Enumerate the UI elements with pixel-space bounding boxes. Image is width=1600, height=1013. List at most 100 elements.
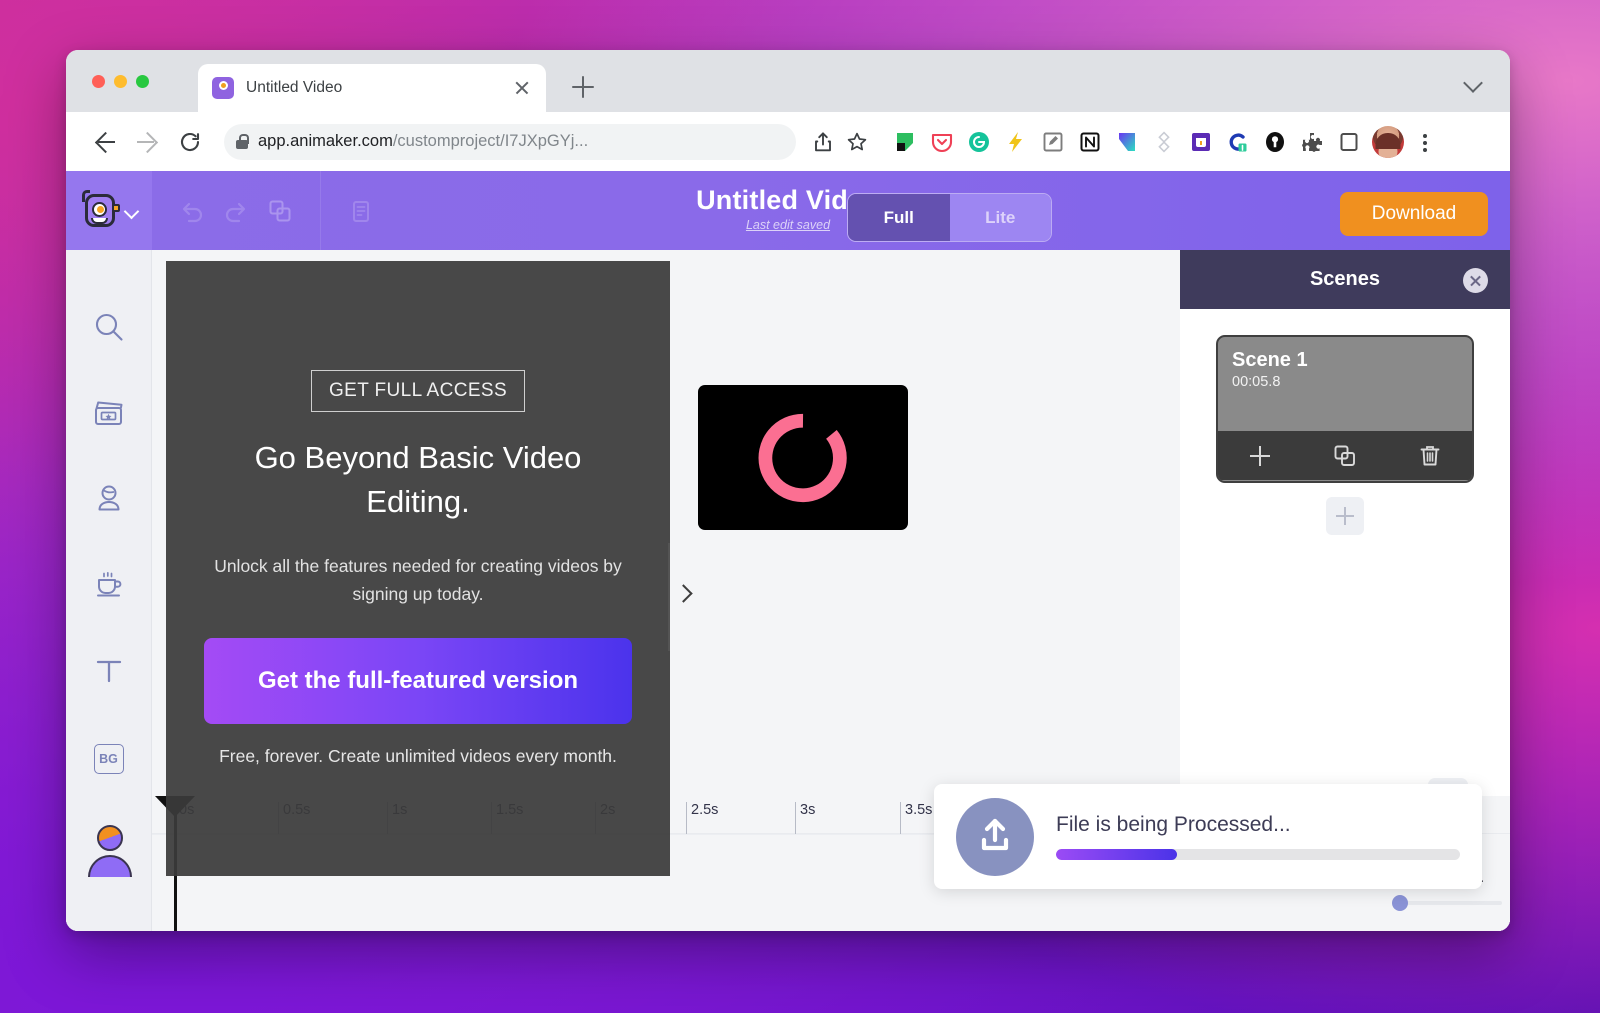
plus-icon (1336, 507, 1354, 525)
scene-name: Scene 1 (1232, 349, 1308, 371)
share-icon[interactable] (806, 125, 840, 159)
paste-icon[interactable] (339, 189, 383, 233)
upload-icon (956, 797, 1034, 876)
sidepanel-icon[interactable] (1334, 127, 1364, 157)
search-icon (92, 310, 126, 349)
scenes-title: Scenes (1309, 268, 1381, 290)
delete-icon[interactable] (1413, 439, 1447, 473)
loom-icon[interactable] (1223, 127, 1253, 157)
maximize-window-button[interactable] (136, 75, 149, 88)
browser-window: Untitled Video app.animaker.com/custompr… (66, 50, 1510, 931)
video-preview-card[interactable] (698, 385, 908, 530)
address-bar[interactable]: app.animaker.com/customproject/I7JXpGYj.… (224, 123, 796, 160)
evernote-icon[interactable] (890, 127, 920, 157)
add-icon[interactable] (1243, 439, 1277, 473)
browser-tab-strip: Untitled Video (66, 50, 1510, 112)
timeline-tick: 3s (795, 802, 815, 834)
person-icon (92, 482, 126, 521)
sidebar-item-text[interactable] (66, 630, 152, 716)
timeline-tick: 3.5s (900, 802, 932, 834)
scenes-panel-header: Scenes (1180, 250, 1510, 309)
tab-close-icon[interactable] (512, 78, 532, 98)
scene-duration: 00:05.8 (1232, 374, 1281, 390)
animaker-app: Untitled Video Last edit saved Full Lite… (66, 171, 1510, 931)
copy-icon[interactable] (258, 189, 302, 233)
progress-track (1056, 849, 1460, 860)
scene-card[interactable]: Scene 1 00:05.8 (1216, 335, 1474, 483)
tab-title: Untitled Video (246, 79, 343, 96)
browser-toolbar: app.animaker.com/customproject/I7JXpGYj.… (66, 112, 1510, 171)
tab-list-chevron-down-icon[interactable] (1464, 72, 1484, 92)
url-text: app.animaker.com/customproject/I7JXpGYj.… (258, 132, 588, 151)
gradient-square-icon[interactable] (1112, 127, 1142, 157)
redo-icon[interactable] (214, 189, 258, 233)
sidebar-item-search[interactable] (66, 286, 152, 372)
close-icon[interactable] (1463, 268, 1488, 293)
extensions-row (890, 127, 1364, 157)
pocket-casts-icon[interactable] (1260, 127, 1290, 157)
timeline-tick: 2.5s (686, 802, 718, 834)
app-body: BG Scenes Scene 1 00:05.8 File is being … (66, 250, 1510, 931)
app-logo[interactable] (66, 171, 152, 250)
mode-toggle[interactable]: Full Lite (847, 193, 1052, 242)
text-t-icon (93, 655, 125, 692)
user-avatar-icon[interactable] (82, 825, 136, 879)
diamond-icon[interactable] (1149, 127, 1179, 157)
sidebar-item-background[interactable]: BG (66, 716, 152, 802)
progress-fill (1056, 849, 1178, 860)
app-header: Untitled Video Last edit saved Full Lite… (66, 171, 1510, 250)
loading-spinner-icon (758, 413, 847, 502)
modal-collapse-chevron-icon[interactable] (668, 543, 702, 651)
bg-icon: BG (93, 744, 124, 774)
undo-icon[interactable] (170, 189, 214, 233)
mode-option-lite[interactable]: Lite (949, 194, 1051, 241)
logo-chevron-down-icon[interactable] (125, 204, 139, 218)
upsell-cta-button[interactable]: Get the full-featured version (204, 638, 632, 725)
upsell-footnote: Free, forever. Create unlimited videos e… (219, 746, 617, 767)
upsell-badge: GET FULL ACCESS (310, 369, 526, 412)
duplicate-icon[interactable] (1328, 439, 1362, 473)
grammarly-icon[interactable] (964, 127, 994, 157)
add-scene-button[interactable] (1326, 497, 1364, 535)
zoom-slider-knob[interactable] (1392, 895, 1408, 911)
browser-menu-icon[interactable] (1412, 127, 1438, 157)
sidebar-item-props[interactable] (66, 544, 152, 630)
url-path: /customproject/I7JXpGYj... (392, 132, 589, 150)
url-domain: app.animaker.com (258, 132, 393, 150)
coffee-cup-icon (92, 568, 126, 607)
upsell-modal: GET FULL ACCESS Go Beyond Basic Video Ed… (166, 261, 702, 876)
animaker-robot-logo-icon (79, 189, 121, 232)
forward-button[interactable] (126, 122, 166, 162)
upsell-body: Unlock all the features needed for creat… (214, 555, 622, 605)
lightning-icon[interactable] (1001, 127, 1031, 157)
animaker-favicon-icon (212, 77, 234, 99)
upsell-heading: Go Beyond Basic Video Editing. (254, 439, 582, 519)
sidebar-item-video[interactable] (66, 372, 152, 458)
left-sidebar: BG (66, 250, 152, 931)
bookmark-star-icon[interactable] (840, 125, 874, 159)
sidebar-item-character[interactable] (66, 458, 152, 544)
new-tab-button[interactable] (570, 74, 596, 100)
scene-thumbnail[interactable]: Scene 1 00:05.8 (1218, 337, 1472, 431)
back-button[interactable] (86, 122, 126, 162)
clapperboard-star-icon (92, 397, 126, 434)
puzzle-extensions-icon[interactable] (1297, 127, 1327, 157)
close-window-button[interactable] (92, 75, 105, 88)
mode-option-full[interactable]: Full (848, 194, 950, 241)
pocket-icon[interactable] (927, 127, 957, 157)
header-toolbar (152, 171, 401, 250)
toast-message: File is being Processed... (1056, 813, 1291, 836)
download-button[interactable]: Download (1340, 192, 1488, 236)
scene-actions (1218, 431, 1472, 480)
profile-avatar[interactable] (1372, 125, 1404, 158)
reload-button[interactable] (170, 122, 210, 162)
notion-icon[interactable] (1075, 127, 1105, 157)
processing-toast: File is being Processed... (934, 784, 1482, 889)
edit-note-icon[interactable] (1038, 127, 1068, 157)
bag-icon[interactable] (1186, 127, 1216, 157)
minimize-window-button[interactable] (114, 75, 127, 88)
zoom-slider[interactable] (1392, 895, 1502, 911)
browser-tab[interactable]: Untitled Video (198, 64, 546, 112)
window-traffic-lights (92, 75, 149, 88)
lock-icon (236, 134, 250, 149)
